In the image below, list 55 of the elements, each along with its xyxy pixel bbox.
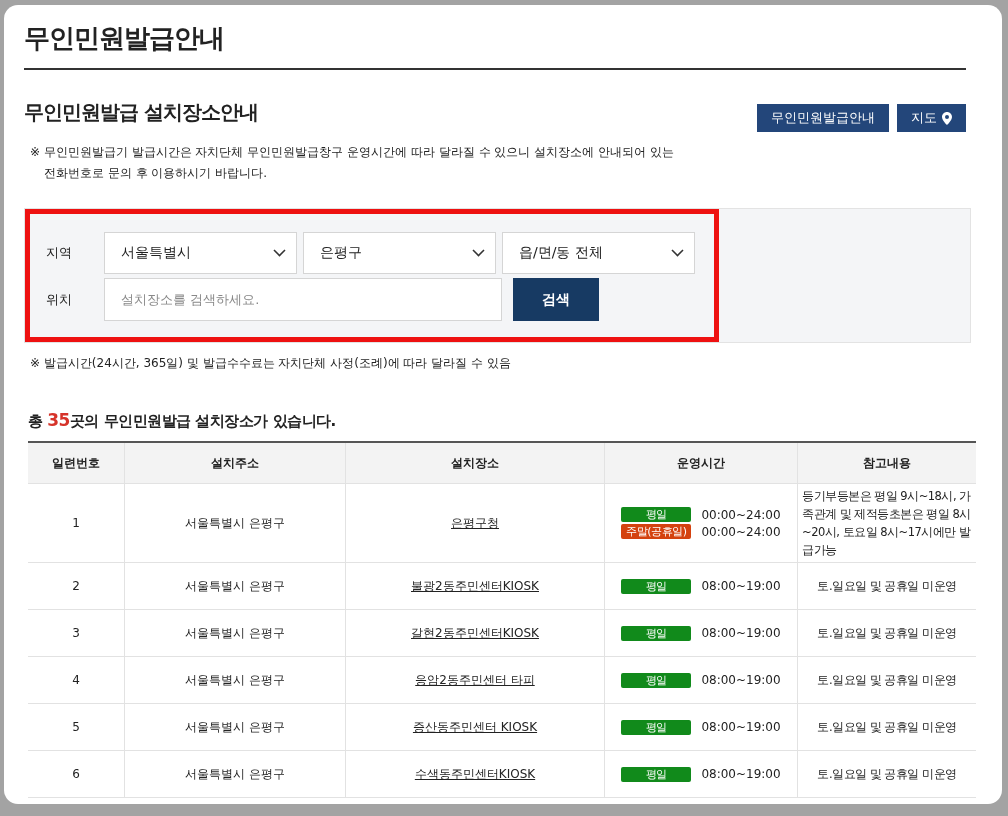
location-pin-icon: [942, 111, 952, 125]
column-header: 설치주소: [124, 442, 346, 484]
map-button[interactable]: 지도: [897, 104, 966, 132]
schedule-badge: 평일: [621, 625, 692, 641]
table-cell: 5: [28, 703, 125, 751]
hours-text: 08:00~19:00: [701, 766, 781, 782]
schedule-badge: 평일: [621, 719, 692, 735]
chevron-down-icon: [472, 249, 485, 257]
hours-text: 08:00~19:00: [701, 578, 781, 594]
hours-text: 08:00~19:00: [701, 672, 781, 688]
column-header: 설치장소: [345, 442, 605, 484]
table-cell: 서울특별시 은평구: [124, 609, 346, 657]
region-select[interactable]: 은평구: [303, 232, 496, 274]
notice-text: ※ 무인민원발급기 발급시간은 자치단체 무인민원발급창구 운영시간에 따라 달라질 수 있으니 설치장소에 안내되어 있는 전화번호로 문의 후 이용하시기 바랍니다.: [30, 144, 675, 182]
guide-button[interactable]: 무인민원발급안내: [757, 104, 889, 132]
chevron-down-icon: [671, 249, 684, 257]
search-button[interactable]: 검색: [513, 278, 599, 321]
table-cell: 서울특별시 은평구: [124, 703, 346, 751]
table-cell: 6: [28, 750, 125, 798]
region-select[interactable]: 읍/면/동 전체: [502, 232, 695, 274]
schedule-badge: 평일: [621, 578, 692, 594]
location-label: 위치: [46, 290, 73, 309]
location-search-field[interactable]: 설치장소를 검색하세요.: [104, 278, 502, 321]
place-link[interactable]: 증산동주민센터 KIOSK: [412, 720, 538, 734]
page-title: 무인민원발급안내: [24, 19, 966, 70]
place-link[interactable]: 은평구청: [451, 516, 499, 530]
column-header: 운영시간: [604, 442, 798, 484]
schedule-badge: 평일: [621, 766, 692, 782]
place-link[interactable]: 응암2동주민센터 타피: [415, 673, 535, 687]
region-select[interactable]: 서울특별시: [104, 232, 297, 274]
schedule-badge: 평일: [621, 507, 692, 522]
schedule-badge: 평일: [621, 672, 692, 688]
fee-note: ※ 발급시간(24시간, 365일) 및 발급수수료는 자치단체 사정(조례)에 따라 달라질 수 있음: [30, 355, 512, 372]
schedule-badge: 주말(공휴일): [621, 524, 692, 539]
hours-text: 00:00~24:00: [701, 506, 781, 523]
section-title: 무인민원발급 설치장소안내: [24, 98, 258, 126]
table-cell: 서울특별시 은평구: [124, 562, 346, 610]
place-link[interactable]: 갈현2동주민센터KIOSK: [411, 626, 539, 640]
table-cell: 4: [28, 656, 125, 704]
result-summary: 총 35곳의 무인민원발급 설치장소가 있습니다.: [28, 410, 337, 431]
hours-text: 08:00~19:00: [701, 625, 781, 641]
table-cell: 1: [28, 483, 125, 563]
chevron-down-icon: [273, 249, 286, 257]
hours-text: 00:00~24:00: [701, 523, 781, 540]
table-cell: 서울특별시 은평구: [124, 483, 346, 563]
table-cell: 서울특별시 은평구: [124, 656, 346, 704]
table-cell: 3: [28, 609, 125, 657]
place-link[interactable]: 수색동주민센터KIOSK: [414, 767, 536, 781]
table-cell: 서울특별시 은평구: [124, 750, 346, 798]
hours-text: 08:00~19:00: [701, 719, 781, 735]
place-link[interactable]: 불광2동주민센터KIOSK: [411, 579, 539, 593]
column-header: 일련번호: [28, 442, 125, 484]
column-header: 참고내용: [797, 442, 976, 484]
region-label: 지역: [46, 244, 73, 262]
table-cell: 2: [28, 562, 125, 610]
